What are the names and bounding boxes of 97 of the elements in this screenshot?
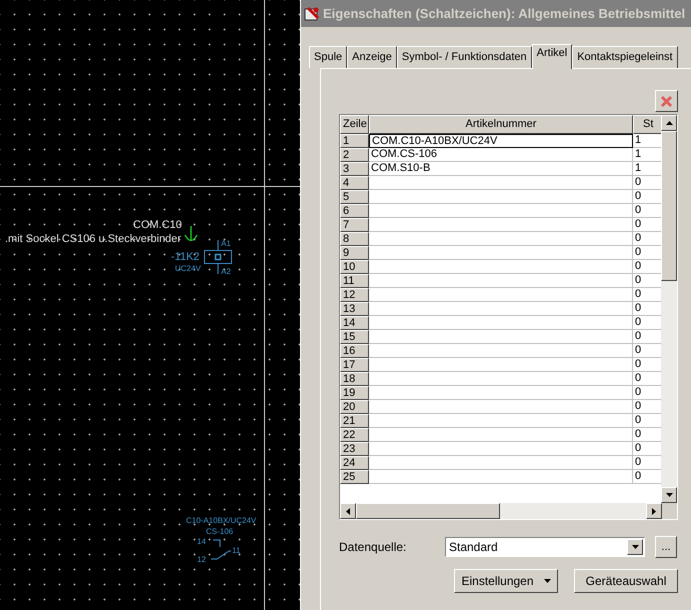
vertical-scrollbar[interactable]	[661, 115, 677, 503]
schematic-label: A2	[221, 268, 231, 276]
table-cell: 0	[633, 330, 662, 344]
table-cell: 0	[633, 204, 662, 218]
scroll-thumb[interactable]	[356, 503, 500, 519]
table-cell: 1	[633, 134, 662, 148]
row-header[interactable]: 14	[340, 316, 369, 330]
schematic-label: 11	[232, 547, 240, 555]
table-cell: 0	[633, 274, 662, 288]
table-cell: 1	[633, 162, 662, 176]
scroll-down-button[interactable]	[661, 487, 677, 503]
schematic-label: 14	[197, 538, 206, 546]
table-cell: 0	[633, 358, 662, 372]
table-cell: 0	[633, 260, 662, 274]
table-cell: 0	[633, 372, 662, 386]
table-cell: 1	[633, 148, 662, 162]
datasource-dropdown[interactable]: Standard	[445, 537, 645, 557]
table-cell: 0	[633, 176, 662, 190]
scroll-left-button[interactable]	[340, 503, 356, 519]
table-cell: 0	[633, 456, 662, 470]
delete-button[interactable]	[655, 90, 678, 112]
schematic-label: UC24V	[175, 265, 201, 273]
row-header[interactable]: 22	[340, 428, 369, 442]
table-cell: 0	[633, 302, 662, 316]
schematic-label: CS-106	[206, 528, 234, 536]
schematic-label: 12	[197, 556, 206, 564]
table-cell: 0	[633, 414, 662, 428]
right-arrow-icon	[652, 508, 656, 514]
table-cell: 0	[633, 470, 662, 484]
row-header[interactable]: 12	[340, 288, 369, 302]
tab[interactable]: Kontaktspiegeleinst	[572, 46, 678, 68]
column-header[interactable]: Artikelnummer	[369, 115, 633, 134]
row-header[interactable]: 9	[340, 246, 369, 260]
datasource-label: Datenquelle:	[339, 539, 408, 556]
down-arrow-icon	[666, 493, 673, 497]
row-header[interactable]: 24	[340, 456, 369, 470]
dropdown-arrow-icon	[632, 545, 638, 549]
table-cell: 0	[633, 316, 662, 330]
table-cell: 0	[633, 344, 662, 358]
row-header[interactable]: 25	[340, 470, 369, 484]
table-cell: COM.CS-106	[369, 148, 633, 162]
table-cell: 0	[633, 400, 662, 414]
scroll-thumb[interactable]	[661, 131, 677, 281]
row-header[interactable]: 18	[340, 372, 369, 386]
tab[interactable]: Symbol- / Funktionsdaten	[396, 46, 532, 68]
row-header[interactable]: 15	[340, 330, 369, 344]
row-header[interactable]: 13	[340, 302, 369, 316]
table-cell: 0	[633, 190, 662, 204]
tab[interactable]: Anzeige	[347, 46, 397, 68]
row-header[interactable]: 4	[340, 176, 369, 190]
row-header[interactable]: 5	[340, 190, 369, 204]
row-header[interactable]: 2	[340, 148, 369, 162]
column-header[interactable]: Zeile	[340, 115, 369, 134]
scroll-up-button[interactable]	[661, 115, 677, 131]
row-header[interactable]: 1	[340, 134, 369, 148]
device-selection-button[interactable]: Geräteauswahl	[574, 569, 678, 593]
table-cell: COM.S10-B	[369, 162, 633, 176]
settings-menu-button[interactable]: Einstellungen	[454, 569, 558, 593]
app-icon	[304, 6, 320, 22]
browse-button[interactable]: ...	[655, 536, 677, 558]
schematic-label: COM.C10	[133, 220, 182, 231]
row-header[interactable]: 6	[340, 204, 369, 218]
row-header[interactable]: 11	[340, 274, 369, 288]
delete-icon	[660, 94, 673, 108]
column-header[interactable]: St	[633, 115, 662, 134]
schematic-label: -11K2	[171, 252, 200, 263]
schematic-label: .mit Sockel CS106 u.Steckverbinder	[5, 234, 182, 245]
scroll-right-button[interactable]	[646, 503, 662, 519]
row-header[interactable]: 3	[340, 162, 369, 176]
table-cell: 0	[633, 218, 662, 232]
table-cell: 0	[633, 232, 662, 246]
caret-icon	[544, 579, 551, 583]
horizontal-scrollbar[interactable]	[340, 503, 662, 519]
window-title: Eigenschaften (Schaltzeichen): Allgemeines Betriebsmittel	[323, 4, 686, 23]
left-arrow-icon	[346, 508, 350, 514]
row-header[interactable]: 10	[340, 260, 369, 274]
row-header[interactable]: 17	[340, 358, 369, 372]
tab[interactable]: Spule	[309, 46, 348, 68]
table-cell: 0	[633, 428, 662, 442]
up-arrow-icon	[666, 121, 673, 125]
coil-symbol	[203, 240, 233, 274]
schematic-label: C10-A10BX/UC24V	[186, 517, 256, 525]
ground-symbol-icon	[183, 226, 199, 243]
table-cell: 0	[633, 246, 662, 260]
schematic-label: A1	[221, 240, 231, 248]
tab[interactable]: Artikel	[532, 44, 572, 69]
table-cell: 0	[633, 288, 662, 302]
row-header[interactable]: 19	[340, 386, 369, 400]
row-header[interactable]: 21	[340, 414, 369, 428]
table-cell: 0	[633, 386, 662, 400]
table-cell: 0	[633, 442, 662, 456]
row-header[interactable]: 8	[340, 232, 369, 246]
row-header[interactable]: 20	[340, 400, 369, 414]
row-header[interactable]: 23	[340, 442, 369, 456]
table-cell: COM.C10-A10BX/UC24V	[369, 134, 633, 148]
row-header[interactable]: 7	[340, 218, 369, 232]
row-header[interactable]: 16	[340, 344, 369, 358]
